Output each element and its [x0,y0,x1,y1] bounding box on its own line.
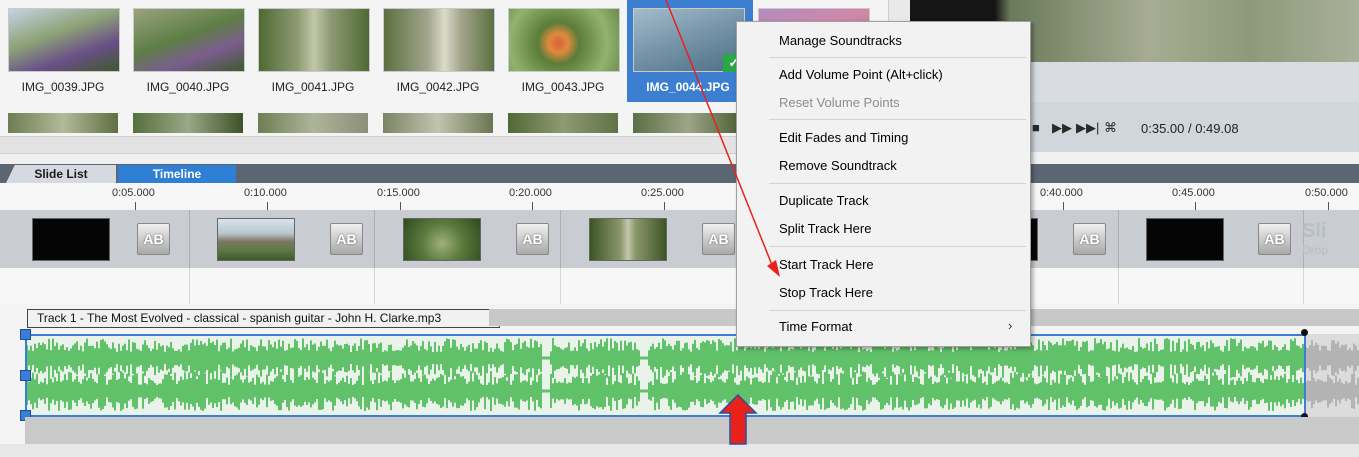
caption-divider [374,268,375,304]
transition-button[interactable]: AB [1073,223,1106,255]
caption-divider [1118,268,1119,304]
timeline-slide[interactable] [403,218,481,261]
menu-item-split-track[interactable]: Split Track Here [779,221,871,236]
thumbnail-image[interactable] [258,8,370,72]
waveform-graphic [27,338,1304,411]
thumbnail-image[interactable] [8,8,120,72]
ruler-tick [267,202,268,210]
ruler-label: 0:50.000 [1305,187,1348,199]
caption-divider [1303,268,1304,304]
caption-divider [560,268,561,304]
submenu-chevron-icon: › [1008,318,1013,333]
ruler-label: 0:40.000 [1040,187,1083,199]
tab-slide-list[interactable]: Slide List [6,165,116,183]
transition-button[interactable]: AB [1258,223,1291,255]
menu-separator [769,57,1026,58]
menu-item-manage-soundtracks[interactable]: Manage Soundtracks [779,33,902,48]
fullscreen-icon[interactable]: ⌘ [1104,120,1117,136]
menu-item-stop-track[interactable]: Stop Track Here [779,285,873,300]
caption-divider [189,268,190,304]
ruler-label: 0:05.000 [112,187,155,199]
ruler-label: 0:25.000 [641,187,684,199]
soundtrack-waveform[interactable] [25,334,1306,417]
ruler-tick [400,202,401,210]
ruler-label: 0:20.000 [509,187,552,199]
waveform-path [27,338,1304,411]
slide-divider [560,210,561,268]
volume-handle-middle[interactable] [20,370,31,381]
timeline-caption-row[interactable] [0,268,1359,305]
timeline-slide-row: AB AB AB AB AB AB Sli Drop [0,210,1359,268]
thumbnail-image[interactable] [8,113,118,133]
thumbnail-image[interactable] [383,8,495,72]
thumbnail-image[interactable] [508,113,618,133]
slide-divider [374,210,375,268]
playback-time: 0:35.00 / 0:49.08 [1141,121,1239,136]
ruler-label: 0:45.000 [1172,187,1215,199]
ruler-tick [1195,202,1196,210]
soundtrack-title[interactable]: Track 1 - The Most Evolved - classical -… [27,309,500,328]
menu-separator [769,246,1026,247]
menu-item-add-volume-point[interactable]: Add Volume Point (Alt+click) [779,67,943,82]
horizontal-scrollbar[interactable] [0,444,1359,457]
thumbnail-image[interactable] [633,113,743,133]
ruler-tick [664,202,665,210]
ruler-tick [532,202,533,210]
waveform-tail [1306,340,1359,409]
soundtrack-context-menu: Manage Soundtracks Add Volume Point (Alt… [736,21,1031,347]
waveform-tail-path [1306,340,1359,409]
thumbnail-image-selected[interactable]: ✓ [633,8,745,72]
ruler-tick [135,202,136,210]
menu-item-remove-soundtrack[interactable]: Remove Soundtrack [779,158,897,173]
menu-item-time-format[interactable]: Time Format [779,319,852,334]
drop-zone-hint: Drop [1302,243,1329,257]
ruler-tick [1328,202,1329,210]
thumbnail-label: IMG_0041.JPG [271,80,355,94]
thumbnail-label: IMG_0040.JPG [146,80,230,94]
menu-separator [769,119,1026,120]
drop-zone-label: Sli [1302,220,1327,242]
slide-divider [189,210,190,268]
transition-button[interactable]: AB [330,223,363,255]
thumbnail-image[interactable] [508,8,620,72]
menu-separator [769,183,1026,184]
menu-item-duplicate-track[interactable]: Duplicate Track [779,193,869,208]
timeline-ruler[interactable]: 0:05.000 0:10.000 0:15.000 0:20.000 0:25… [0,183,1359,211]
menu-separator [769,310,1026,311]
volume-handle-top[interactable] [20,329,31,340]
timeline-slide[interactable] [32,218,110,261]
thumbnail-label: IMG_0042.JPG [396,80,480,94]
transition-button[interactable]: AB [702,223,735,255]
timeline-slide[interactable] [1146,218,1224,261]
thumbnail-label: IMG_0043.JPG [521,80,605,94]
waveform-inactive [1306,334,1359,417]
thumbnail-image[interactable] [258,113,368,133]
menu-item-start-track[interactable]: Start Track Here [779,257,874,272]
thumbnail-image[interactable] [133,8,245,72]
thumbnail-label-selected: IMG_0044.JPG [646,80,730,94]
view-tab-bar: Slide List Timeline [0,164,1359,183]
timeline-slide[interactable] [217,218,295,261]
thumbnail-label: IMG_0039.JPG [21,80,105,94]
ruler-label: 0:10.000 [244,187,287,199]
ruler-tick [1063,202,1064,210]
thumbnail-image[interactable] [383,113,493,133]
fade-point[interactable] [1301,329,1308,336]
menu-item-edit-fades[interactable]: Edit Fades and Timing [779,130,908,145]
soundtrack-lower-strip [25,417,1359,444]
menu-item-reset-volume-points: Reset Volume Points [779,95,900,110]
ruler-label: 0:15.000 [377,187,420,199]
timeline-slide[interactable] [589,218,667,261]
skip-end-icon[interactable]: ▶▶| [1076,120,1099,136]
thumbnail-image[interactable] [133,113,243,133]
fast-forward-icon[interactable]: ▶▶ [1052,120,1072,136]
transition-button[interactable]: AB [516,223,549,255]
slide-divider [1118,210,1119,268]
transition-button[interactable]: AB [137,223,170,255]
stop-icon[interactable]: ■ [1032,120,1040,135]
tab-timeline[interactable]: Timeline [118,165,236,183]
